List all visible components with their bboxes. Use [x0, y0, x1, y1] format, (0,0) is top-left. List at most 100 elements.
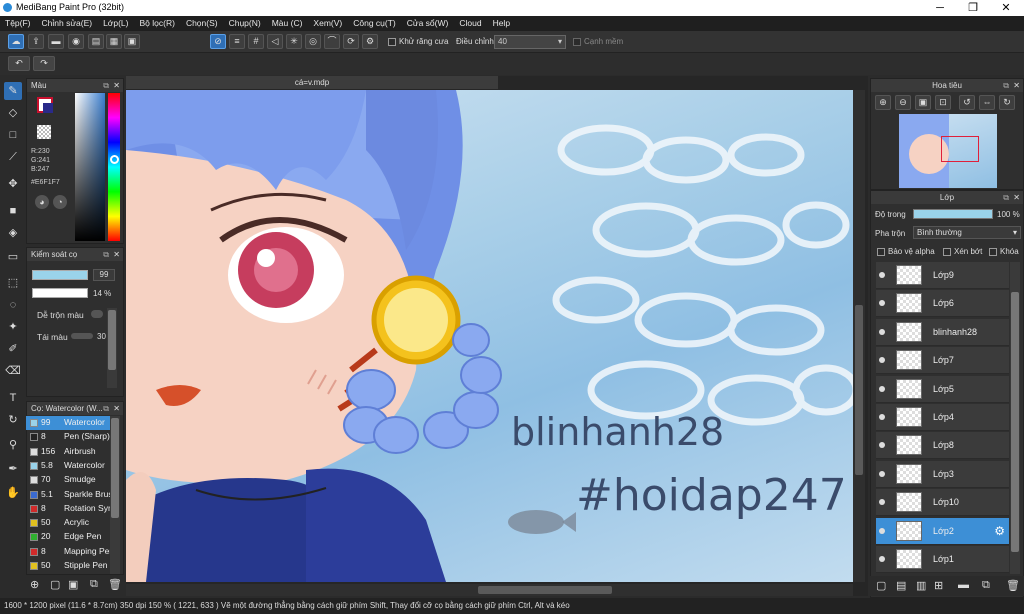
fill-rect-tool-icon[interactable]: ■ [4, 202, 22, 220]
brush-list-item[interactable]: 50 Stipple Pen [26, 559, 110, 573]
new-halftone-layer-icon[interactable]: ▤ [896, 579, 906, 592]
fit-icon[interactable]: ▣ [915, 95, 931, 110]
brush-size-value[interactable]: 99 [93, 269, 115, 281]
comment-icon[interactable]: ▬ [48, 34, 64, 49]
menu-snap[interactable]: Chụp(N) [224, 16, 267, 31]
minimize-button[interactable]: ─ [924, 0, 956, 16]
popout-icon[interactable]: ⧉ [1003, 191, 1009, 204]
select-rect-icon[interactable]: ⬚ [4, 274, 22, 292]
pen-operation-icon[interactable]: ✒ [4, 460, 22, 478]
close-icon[interactable]: ✕ [113, 402, 120, 415]
viewport-indicator[interactable] [941, 136, 979, 162]
brush-list-item[interactable]: 50 Acrylic [26, 516, 110, 530]
canvas-tab[interactable]: cá=v.mdp [126, 76, 498, 89]
menu-file[interactable]: Tệp(F) [0, 16, 37, 31]
select-pen-icon[interactable]: ✐ [4, 340, 22, 358]
new-8bit-layer-icon[interactable]: ▥ [916, 579, 926, 592]
layer-row[interactable]: Lớp3 [876, 460, 1009, 488]
folder-icon[interactable]: ▬ [958, 579, 969, 591]
layer-blend-select[interactable]: Bình thường ▾ [913, 226, 1021, 239]
brush-list-item[interactable]: 5.1 Sparkle Brush [26, 488, 110, 502]
layer-list-scrollbar[interactable] [1010, 262, 1020, 574]
lock-checkbox[interactable] [989, 248, 997, 256]
chat-icon[interactable]: ◉ [68, 34, 84, 49]
gradient-tool-icon[interactable]: ▭ [4, 248, 22, 266]
brush-control-scrollbar[interactable] [107, 308, 117, 388]
brush-list-item[interactable]: 8 Rotation Sym [26, 502, 110, 516]
visibility-icon[interactable] [879, 470, 885, 477]
visibility-icon[interactable] [879, 442, 885, 449]
grid-snap-icon[interactable]: # [248, 34, 264, 49]
flip-icon[interactable]: ⇔ [979, 95, 995, 110]
drawing-canvas[interactable]: blinhanh28 #hoidap247 [126, 90, 853, 582]
cloud-icon[interactable]: ☁ [8, 34, 24, 49]
select-eraser-icon[interactable]: ⌫ [4, 362, 22, 380]
export-icon[interactable]: ⇪ [28, 34, 44, 49]
curve-snap-icon[interactable]: ⌒ [324, 34, 340, 49]
adjust-select[interactable]: 40 ▾ [494, 35, 566, 49]
text-tool-icon[interactable]: T [4, 389, 22, 407]
new-brush-icon[interactable]: ▢ [50, 578, 60, 591]
add-layer-menu-icon[interactable]: ⊞ [934, 579, 943, 592]
add-brush-icon[interactable]: ⊕ [30, 578, 39, 591]
visibility-icon[interactable] [879, 499, 885, 506]
menu-tools[interactable]: Công cụ(T) [348, 16, 402, 31]
clipping-checkbox[interactable] [943, 248, 951, 256]
layer-opacity-slider[interactable] [913, 209, 993, 219]
blend-toggle[interactable] [91, 310, 103, 318]
delete-brush-icon[interactable]: 🗑 [108, 578, 122, 591]
brush-tool-icon[interactable]: ✎ [4, 82, 22, 100]
undo-icon[interactable]: ↶ [8, 56, 30, 71]
close-icon[interactable]: ✕ [113, 79, 120, 92]
brush-list-scrollbar[interactable] [110, 416, 120, 574]
zoom-in-icon[interactable]: ⊕ [875, 95, 891, 110]
layer-settings-icon[interactable]: ⚙ [994, 524, 1005, 538]
bucket-tool-icon[interactable]: ◈ [4, 224, 22, 242]
layer-row[interactable]: Lớp5 [876, 375, 1009, 403]
menu-layer[interactable]: Lớp(L) [98, 16, 134, 31]
canvas-horizontal-scrollbar[interactable] [126, 584, 853, 596]
actual-size-icon[interactable]: ⊡ [935, 95, 951, 110]
dot-tool-icon[interactable]: □ [4, 126, 22, 144]
brush-size-slider[interactable] [32, 270, 88, 280]
canvas-vertical-scrollbar[interactable] [853, 90, 865, 582]
close-icon[interactable]: ✕ [1013, 191, 1020, 204]
visibility-icon[interactable] [879, 300, 885, 307]
brush-settings-icon[interactable]: ▣ [68, 578, 78, 591]
menu-cloud[interactable]: Cloud [454, 16, 487, 31]
menu-window[interactable]: Cửa sổ(W) [402, 16, 455, 31]
popout-icon[interactable]: ⧉ [103, 402, 109, 415]
rotate-right-icon[interactable]: ↻ [999, 95, 1015, 110]
divide-tool-icon[interactable]: ↻ [4, 411, 22, 429]
reuse-slider[interactable] [71, 333, 93, 339]
navigator-preview[interactable] [899, 114, 997, 188]
brush-list-item[interactable]: 5.8 Watercolor [26, 459, 110, 473]
transparent-color-swatch[interactable] [37, 125, 51, 139]
layer-row[interactable]: Lớp6 [876, 290, 1009, 318]
lasso-tool-icon[interactable]: ◌ [4, 296, 22, 314]
duplicate-layer-icon[interactable]: ⧉ [982, 579, 990, 592]
eyedropper-icon[interactable]: ⚲ [4, 436, 22, 454]
brush-list-item[interactable]: 99 Watercolor [26, 416, 110, 430]
new-layer-icon[interactable]: ▢ [876, 579, 886, 592]
layer-row[interactable]: Lớp10 [876, 489, 1009, 517]
page-icon[interactable]: ▤ [88, 34, 104, 49]
menu-color[interactable]: Màu (C) [267, 16, 309, 31]
menu-select[interactable]: Chọn(S) [181, 16, 224, 31]
protect-alpha-checkbox[interactable] [877, 248, 885, 256]
background-color-swatch[interactable] [43, 103, 53, 113]
hand-tool-icon[interactable]: ✋ [4, 484, 22, 502]
visibility-icon[interactable] [879, 385, 885, 392]
rotate-snap-icon[interactable]: ⟳ [343, 34, 359, 49]
layer-row[interactable]: Lớp8 [876, 432, 1009, 460]
move-tool-icon[interactable]: ✥ [4, 175, 22, 193]
menu-help[interactable]: Help [488, 16, 516, 31]
maximize-button[interactable]: ❐ [957, 0, 989, 16]
visibility-icon[interactable] [879, 272, 885, 278]
hue-slider[interactable] [108, 93, 120, 241]
settings-snap-icon[interactable]: ⚙ [362, 34, 378, 49]
zoom-out-icon[interactable]: ⊖ [895, 95, 911, 110]
no-snap-icon[interactable]: ⊘ [210, 34, 226, 49]
layer-row[interactable]: Lớp4 [876, 404, 1009, 431]
visibility-icon[interactable] [879, 357, 885, 364]
